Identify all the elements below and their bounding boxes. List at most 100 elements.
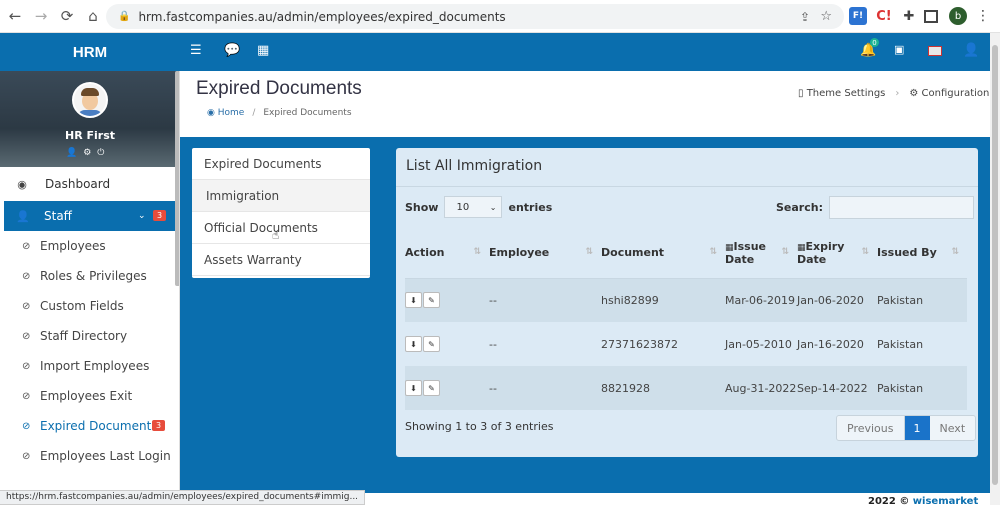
tab-expired-documents[interactable]: Expired Documents	[192, 148, 370, 180]
theme-settings-link[interactable]: ▯ Theme Settings	[798, 88, 885, 99]
sidebar-item-staff[interactable]: 👤 Staff ⌄ 3	[4, 201, 176, 231]
forward-icon[interactable]: →	[30, 5, 52, 27]
browser-profile-avatar[interactable]: b	[949, 7, 967, 25]
sidebar-item-expired-documents[interactable]: ⊘ Expired Documents 3	[0, 411, 179, 441]
sidebar-item-label: Roles & Privileges	[40, 269, 147, 283]
sidebar-user-name: HR First	[64, 129, 116, 142]
col-action[interactable]: Action ⇅	[405, 228, 489, 279]
home-icon[interactable]: ⌂	[82, 5, 104, 27]
scrollbar-thumb[interactable]	[992, 45, 998, 485]
browser-menu-icon[interactable]: ⋮	[976, 8, 990, 24]
download-icon[interactable]: ⬇	[405, 292, 422, 309]
configuration-link[interactable]: ⚙ Configuration	[909, 88, 989, 99]
grid-icon[interactable]: ▦	[257, 43, 269, 58]
col-employee[interactable]: Employee ⇅	[489, 228, 601, 279]
extension-icon[interactable]: F!	[849, 7, 867, 25]
col-issue-date[interactable]: ▦Issue Date ⇅	[725, 228, 797, 279]
edit-icon[interactable]: ✎	[423, 336, 440, 352]
employee-cell: --	[489, 366, 601, 410]
page-1-button[interactable]: 1	[904, 416, 930, 440]
status-bar-url: https://hrm.fastcompanies.au/admin/emplo…	[0, 490, 366, 505]
sidebar-item-label: Dashboard	[45, 177, 111, 191]
page-size-select[interactable]: 10 ⌄	[444, 196, 503, 218]
user-icon[interactable]: 👤	[963, 43, 979, 58]
edit-icon[interactable]: ✎	[423, 292, 440, 309]
sidebar-item-last-login[interactable]: ⊘ Employees Last Login	[0, 441, 179, 471]
download-icon[interactable]: ⬇	[405, 380, 422, 396]
menu-icon[interactable]: ☰	[190, 43, 202, 58]
breadcrumb-separator: /	[252, 108, 256, 118]
tab-official-documents[interactable]: Official Documents	[192, 212, 370, 244]
page-header: Expired Documents ◉ Home / Expired Docum…	[180, 71, 990, 137]
main-content: Expired Documents ◉ Home / Expired Docum…	[180, 71, 990, 493]
back-icon[interactable]: ←	[4, 5, 26, 27]
tab-assets-warranty[interactable]: Assets Warranty	[192, 244, 370, 276]
sort-icon: ⇅	[473, 247, 481, 257]
theme-settings-label[interactable]: Theme Settings	[807, 88, 886, 99]
tab-immigration[interactable]: Immigration	[192, 180, 370, 212]
page-title: Expired Documents	[196, 78, 362, 99]
sidebar-item-label: Employees	[40, 239, 106, 253]
expired-count-badge: 3	[152, 420, 166, 431]
profile-gear-icon[interactable]: ⚙	[83, 148, 91, 158]
table-row: ⬇ ✎ -- 27371623872 Jan-05-2010 Jan-16-202…	[405, 322, 967, 366]
sidebar-item-employees-exit[interactable]: ⊘ Employees Exit	[0, 381, 179, 411]
lock-icon: 🔒	[118, 11, 131, 22]
col-expiry-date[interactable]: ▦Expiry Date ⇅	[797, 228, 877, 279]
sidebar-item-custom-fields[interactable]: ⊘ Custom Fields	[0, 291, 179, 321]
search-input[interactable]	[828, 196, 974, 219]
next-button[interactable]: Next	[930, 416, 976, 440]
power-icon[interactable]: ⏻	[97, 148, 104, 158]
circle-check-icon: ⊘	[22, 360, 31, 372]
breadcrumb-home[interactable]: ◉ Home	[207, 108, 244, 118]
sidebar-item-label: Staff Directory	[40, 329, 128, 343]
address-bar[interactable]: 🔒 hrm.fastcompanies.au/admin/employees/e…	[106, 4, 844, 29]
previous-button[interactable]: Previous	[837, 416, 905, 440]
edit-icon[interactable]: ✎	[423, 380, 440, 396]
col-issued-by[interactable]: Issued By ⇅	[877, 228, 967, 279]
sidebar-item-import-employees[interactable]: ⊘ Import Employees	[0, 351, 179, 381]
bookmark-star-icon[interactable]: ☆	[820, 9, 832, 24]
breadcrumb-home-label[interactable]: Home	[218, 108, 245, 118]
download-icon[interactable]: ⬇	[405, 336, 422, 352]
calendar-icon: ▦	[797, 242, 806, 253]
notification-badge: 0	[870, 38, 879, 47]
language-flag-icon[interactable]	[928, 46, 942, 56]
col-document[interactable]: Document ⇅	[601, 228, 725, 279]
side-panel-icon[interactable]	[924, 10, 938, 23]
circle-check-icon: ⊘	[22, 240, 31, 252]
sidebar-item-staff-directory[interactable]: ⊘ Staff Directory	[0, 321, 179, 351]
issued-by-cell: Pakistan	[877, 278, 967, 322]
footer-brand-link[interactable]: wisemarket	[913, 496, 978, 505]
page-scrollbar[interactable]	[990, 33, 1000, 505]
action-cell: ⬇ ✎	[405, 366, 489, 410]
reload-icon[interactable]: ⟳	[56, 5, 78, 27]
sidebar-item-label: Employees Exit	[40, 389, 133, 403]
qr-icon[interactable]: ▣	[894, 43, 904, 56]
sidebar-item-dashboard[interactable]: ◉ Dashboard	[0, 167, 179, 201]
issue-date-cell: Aug-31-2022	[725, 366, 797, 410]
url-text[interactable]: hrm.fastcompanies.au/admin/employees/exp…	[138, 10, 505, 24]
employee-cell: --	[489, 337, 497, 351]
share-icon[interactable]: ⇪	[800, 10, 810, 24]
col-issued-by-label: Issued By	[877, 246, 937, 260]
sidebar-item-employees[interactable]: ⊘ Employees	[0, 231, 179, 261]
col-employee-label: Employee	[489, 246, 550, 260]
extension-c-icon[interactable]: C!	[875, 7, 893, 25]
chat-icon[interactable]: 💬	[224, 43, 240, 58]
extensions-puzzle-icon[interactable]: ✚	[900, 7, 918, 25]
pagination: Previous 1 Next	[836, 415, 977, 441]
search-label: Search:	[776, 201, 823, 214]
app-brand[interactable]: HRM	[0, 33, 180, 71]
avatar[interactable]	[72, 82, 108, 118]
list-title: List All Immigration	[406, 158, 543, 174]
profile-user-icon[interactable]: 👤	[66, 148, 77, 158]
issued-by-cell: Pakistan	[877, 337, 924, 351]
issue-date-cell: Mar-06-2019	[725, 278, 797, 322]
search-control: Search:	[776, 196, 974, 219]
document-tabs: Expired Documents Immigration Official D…	[192, 148, 370, 278]
configuration-label[interactable]: Configuration	[922, 88, 990, 99]
circle-check-icon: ⊘	[22, 270, 31, 282]
breadcrumb-current: Expired Documents	[263, 108, 352, 118]
sidebar-item-roles[interactable]: ⊘ Roles & Privileges	[0, 261, 179, 291]
